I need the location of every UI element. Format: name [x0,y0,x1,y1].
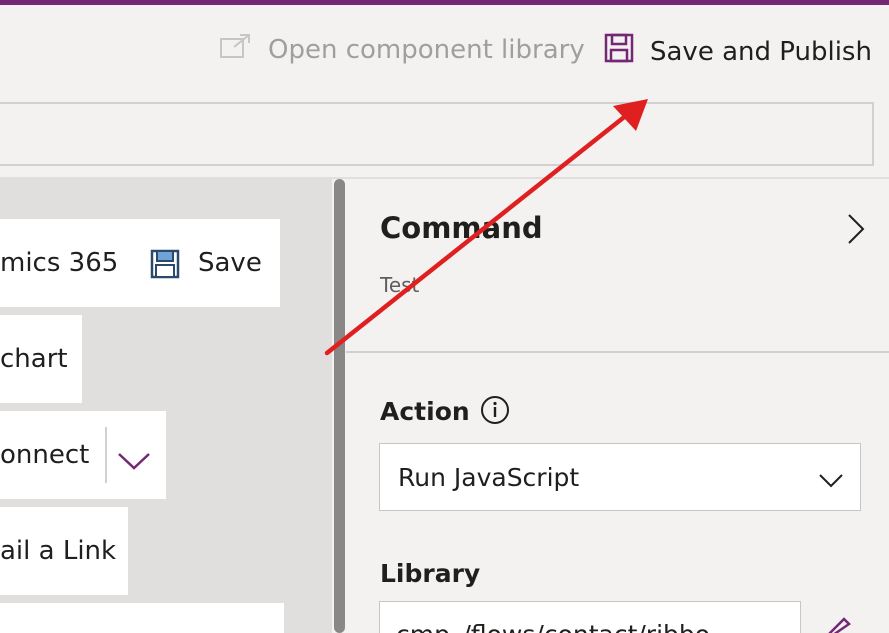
command-button-chart[interactable]: chart [0,315,82,403]
info-icon[interactable] [480,395,510,429]
command-button-email-link[interactable]: ail a Link [0,507,128,595]
chevron-down-icon [818,466,844,495]
library-dropdown[interactable]: cmp_/flows/contact/ribbo [379,601,801,633]
command-button-partial[interactable] [0,603,284,633]
save-icon [604,33,634,70]
command-button-save-label: Save [198,248,262,278]
command-button-label: ail a Link [0,536,117,566]
search-bar[interactable] [0,102,874,166]
open-external-icon [220,33,252,66]
scrollbar-thumb[interactable] [334,179,345,633]
save-and-publish-label: Save and Publish [650,36,872,67]
command-button-dynamics[interactable]: mics 365 Save [0,219,280,307]
split-divider [105,427,107,483]
action-dropdown[interactable]: Run JavaScript [379,443,861,511]
command-bar: Open component library Save and Publish [0,5,889,97]
save-and-publish-button[interactable]: Save and Publish [604,33,872,70]
open-component-library-button[interactable]: Open component library [220,33,585,66]
properties-panel: Command Test Action Run JavaScript Libra… [346,179,889,633]
command-button-label: onnect [0,440,90,470]
chevron-down-icon[interactable] [117,447,151,477]
command-subtitle: Test [380,273,420,297]
edit-pencil-icon[interactable] [824,615,852,633]
command-bar-preview: mics 365 Save chart onnect ail a Link [0,179,332,633]
panel-title: Command [380,211,543,245]
command-button-label: mics 365 [0,248,119,278]
save-icon [150,249,180,286]
panel-divider [346,351,889,353]
chevron-right-icon[interactable] [846,213,866,249]
library-label: Library [380,559,481,588]
command-button-connect[interactable]: onnect [0,411,166,499]
pane-splitter[interactable] [332,179,346,633]
open-component-library-label: Open component library [268,34,585,65]
action-dropdown-value: Run JavaScript [398,462,580,492]
action-label: Action [380,397,470,426]
library-dropdown-value: cmp_/flows/contact/ribbo [396,620,710,633]
command-button-label: chart [0,344,68,374]
